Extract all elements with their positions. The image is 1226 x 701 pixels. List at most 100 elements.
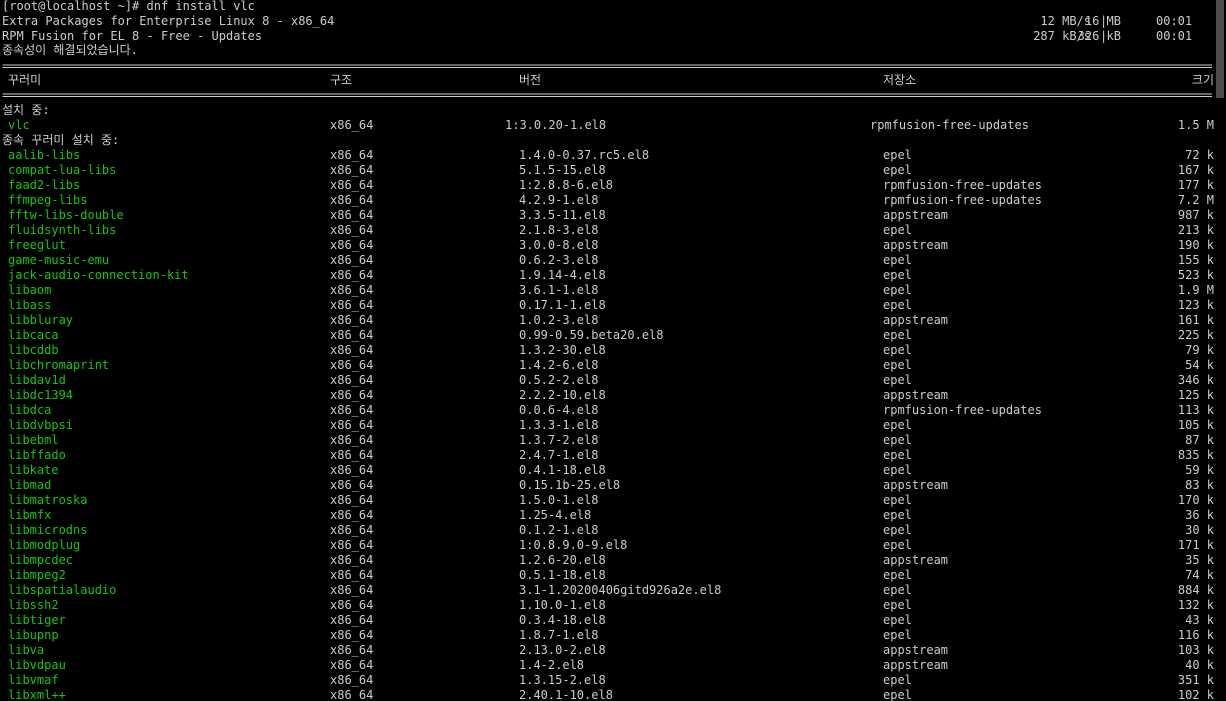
- package-size: 351 k: [1177, 673, 1214, 687]
- package-name: libupnp: [8, 628, 59, 642]
- package-repo: epel: [883, 268, 912, 282]
- package-version: 0.15.1b-25.el8: [519, 478, 621, 492]
- repo-line: RPM Fusion for EL 8 - Free - Updates 287…: [0, 29, 1214, 44]
- package-repo: epel: [883, 343, 912, 357]
- package-size: 171 k: [1177, 538, 1214, 552]
- package-version: 1.4.0-0.37.rc5.el8: [519, 148, 650, 162]
- package-size: 884 k: [1177, 583, 1214, 597]
- package-size: 167 k: [1177, 163, 1214, 177]
- package-repo: epel: [883, 598, 912, 612]
- repo-name: Extra Packages for Enterprise Linux 8 - …: [2, 14, 335, 28]
- package-name: libxml++: [8, 688, 66, 701]
- package-repo: epel: [883, 673, 912, 687]
- package-arch: x86_64: [330, 688, 374, 701]
- table-row: jack-audio-connection-kit x86_64 1.9.14-4.…: [0, 268, 1214, 283]
- package-size: 103 k: [1177, 643, 1214, 657]
- package-size: 155 k: [1177, 253, 1214, 267]
- package-size: 170 k: [1177, 493, 1214, 507]
- scrollbar-thumb[interactable]: [1216, 0, 1224, 98]
- package-name: libmad: [8, 478, 52, 492]
- table-row: libmpcdec x86_64 1.2.6-20.el8 appstream 35 k: [0, 553, 1214, 568]
- table-row: libdca x86_64 0.0.6-4.el8 rpmfusion-free-up…: [0, 403, 1214, 418]
- package-size: 36 k: [1185, 508, 1214, 522]
- package-size: 125 k: [1177, 388, 1214, 402]
- package-size: 1.9 M: [1177, 283, 1214, 297]
- package-repo: epel: [883, 223, 912, 237]
- package-repo: epel: [883, 493, 912, 507]
- table-row: game-music-emu x86_64 0.6.2-3.el8 epel 155 k: [0, 253, 1214, 268]
- package-version: 1.3.15-2.el8: [519, 673, 606, 687]
- package-name: faad2-libs: [8, 178, 81, 192]
- package-name: libdav1d: [8, 373, 66, 387]
- package-repo: epel: [883, 373, 912, 387]
- table-row: libaom x86_64 3.6.1-1.el8 epel 1.9 M: [0, 283, 1214, 298]
- table-row: libdc1394 x86_64 2.2.2-10.el8 appstream 125 …: [0, 388, 1214, 403]
- package-version: 2.2.2-10.el8: [519, 388, 606, 402]
- package-arch: x86_64: [330, 193, 374, 207]
- table-row: libbluray x86_64 1.0.2-3.el8 appstream 161 k: [0, 313, 1214, 328]
- table-row: libcddb x86_64 1.3.2-30.el8 epel 79 k: [0, 343, 1214, 358]
- package-arch: x86_64: [330, 238, 374, 252]
- package-repo: appstream: [883, 658, 949, 672]
- package-arch: x86_64: [330, 538, 374, 552]
- package-version: 0.1.2-1.el8: [519, 523, 599, 537]
- package-name: jack-audio-connection-kit: [8, 268, 189, 282]
- package-name: libdc1394: [8, 388, 74, 402]
- deps-section-label: 종속 꾸러미 설치 중:: [0, 133, 1214, 148]
- package-version: 1.25-4.el8: [519, 508, 592, 522]
- package-repo: appstream: [883, 643, 949, 657]
- package-size: 74 k: [1185, 568, 1214, 582]
- table-row: libvdpau x86_64 1.4-2.el8 appstream 40 k: [0, 658, 1214, 673]
- table-row: libkate x86_64 0.4.1-18.el8 epel 59 k: [0, 463, 1214, 478]
- package-arch: x86_64: [330, 118, 374, 132]
- terminal-output[interactable]: [root@localhost ~]# dnf install vlc Extr…: [0, 0, 1214, 701]
- package-repo: rpmfusion-free-updates: [883, 178, 1042, 192]
- package-size: 72 k: [1185, 148, 1214, 162]
- package-size: 40 k: [1185, 658, 1214, 672]
- package-size: 7.2 M: [1177, 193, 1214, 207]
- package-version: 2.40.1-10.el8: [519, 688, 613, 701]
- package-name: libebml: [8, 433, 59, 447]
- package-name: libmpeg2: [8, 568, 66, 582]
- package-name: libmicrodns: [8, 523, 88, 537]
- table-row: freeglut x86_64 3.0.0-8.el8 appstream 190 k: [0, 238, 1214, 253]
- package-arch: x86_64: [330, 343, 374, 357]
- package-arch: x86_64: [330, 478, 374, 492]
- package-name: ffmpeg-libs: [8, 193, 88, 207]
- package-arch: x86_64: [330, 523, 374, 537]
- table-row: libxml++ x86_64 2.40.1-10.el8 epel 102 k: [0, 688, 1214, 701]
- package-name: fftw-libs-double: [8, 208, 124, 222]
- table-row: libdvbpsi x86_64 1.3.3-1.el8 epel 105 k: [0, 418, 1214, 433]
- package-arch: x86_64: [330, 178, 374, 192]
- package-size: 102 k: [1177, 688, 1214, 701]
- package-version: 2.13.0-2.el8: [519, 643, 606, 657]
- repo-speed: 12 MB/s: [1040, 14, 1091, 28]
- package-arch: x86_64: [330, 628, 374, 642]
- package-arch: x86_64: [330, 508, 374, 522]
- table-row: libupnp x86_64 1.8.7-1.el8 epel 116 k: [0, 628, 1214, 643]
- package-name: libbluray: [8, 313, 74, 327]
- table-row: libssh2 x86_64 1.10.0-1.el8 epel 132 k: [0, 598, 1214, 613]
- table-row: fluidsynth-libs x86_64 2.1.8-3.el8 epel 213 …: [0, 223, 1214, 238]
- table-row: aalib-libs x86_64 1.4.0-0.37.rc5.el8 epel 72…: [0, 148, 1214, 163]
- package-size: 113 k: [1177, 403, 1214, 417]
- package-repo: appstream: [883, 478, 949, 492]
- package-repo: epel: [883, 253, 912, 267]
- header-version: 버전: [519, 73, 542, 87]
- package-size: 523 k: [1177, 268, 1214, 282]
- deps-label: 종속 꾸러미 설치 중:: [2, 133, 120, 147]
- vertical-scrollbar[interactable]: [1214, 0, 1226, 701]
- package-arch: x86_64: [330, 358, 374, 372]
- package-size: 225 k: [1177, 328, 1214, 342]
- package-arch: x86_64: [330, 328, 374, 342]
- package-version: 1:3.0.20-1.el8: [505, 118, 607, 132]
- package-repo: epel: [883, 283, 912, 297]
- package-arch: x86_64: [330, 433, 374, 447]
- table-row: libva x86_64 2.13.0-2.el8 appstream 103 k: [0, 643, 1214, 658]
- header-package: 꾸러미: [8, 73, 42, 87]
- package-arch: x86_64: [330, 148, 374, 162]
- table-row: libtiger x86_64 0.3.4-18.el8 epel 43 k: [0, 613, 1214, 628]
- table-row: fftw-libs-double x86_64 3.3.5-11.el8 appstr…: [0, 208, 1214, 223]
- package-version: 0.6.2-3.el8: [519, 253, 599, 267]
- package-name: libkate: [8, 463, 59, 477]
